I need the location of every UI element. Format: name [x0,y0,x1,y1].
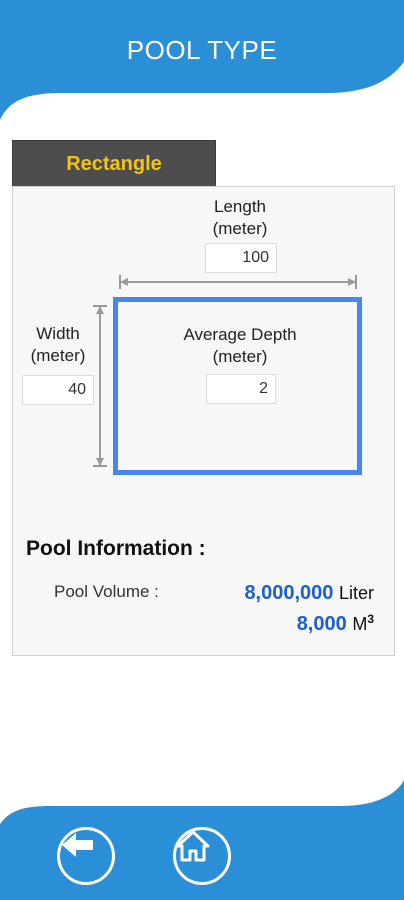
home-button[interactable] [173,827,231,885]
depth-label: Average Depth (meter) [183,325,297,366]
width-label: Width (meter) [30,324,86,365]
volume-m3-row: 8,000 M3 [297,612,374,636]
depth-input[interactable]: 2 [206,374,276,404]
tab-rectangle[interactable]: Rectangle [12,140,216,187]
volume-liters-row: 8,000,000 Liter [244,582,374,605]
m3-unit: M3 [352,612,374,634]
length-label: Length (meter) [212,197,268,238]
pool-info-title: Pool Information : [26,537,206,560]
back-button[interactable] [57,827,115,885]
width-dimension-arrow [93,305,107,467]
liters-unit: Liter [338,583,374,603]
width-input[interactable]: 40 [22,375,94,405]
tab-label: Rectangle [66,152,162,175]
volume-liters-value: 8,000,000 [244,582,334,604]
footer [0,770,404,900]
volume-m3-value: 8,000 [296,613,347,635]
page-title: POOL TYPE [126,35,278,65]
length-input[interactable]: 100 [205,243,277,273]
length-dimension-arrow [119,275,357,289]
pool-volume-label: Pool Volume : [54,582,159,601]
header: POOL TYPE [0,0,404,120]
